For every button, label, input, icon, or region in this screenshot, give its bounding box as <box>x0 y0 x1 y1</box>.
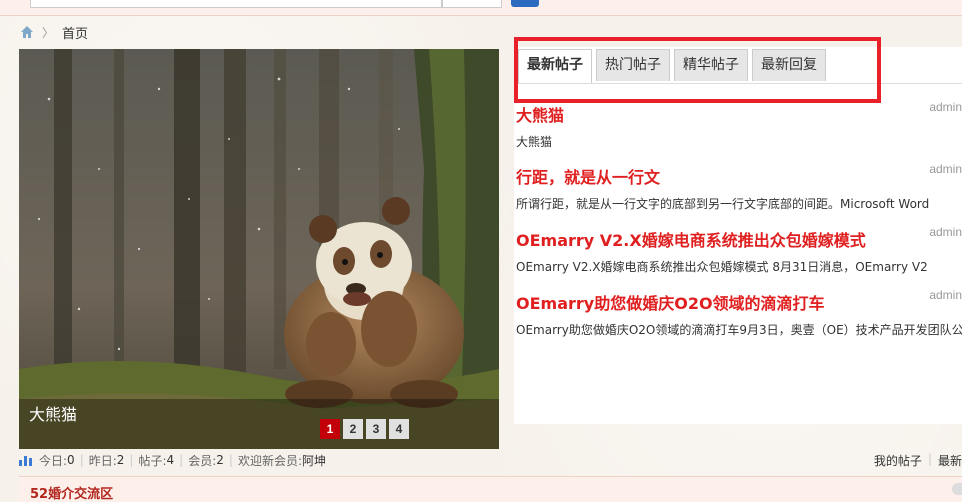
home-icon[interactable] <box>20 25 34 39</box>
stats-links: 我的帖子 | 最新 <box>874 452 962 469</box>
post-list: 大熊猫 admin 大熊猫 行距，就是从一行文 admin 所谓行距，就是从一行… <box>514 84 962 424</box>
list-item: 大熊猫 admin 大熊猫 <box>516 100 962 150</box>
slide-pagination: 1 2 3 4 <box>320 419 409 439</box>
stat-posts-value: 4 <box>166 453 175 467</box>
slide-dot-3[interactable]: 3 <box>366 419 386 439</box>
post-title[interactable]: 大熊猫 <box>516 102 962 126</box>
tab-hot-posts[interactable]: 热门帖子 <box>596 49 670 81</box>
stat-separator: | <box>79 453 84 467</box>
post-title[interactable]: 行距，就是从一行文 <box>516 164 962 188</box>
slide-caption-bar <box>19 399 499 449</box>
breadcrumb: 〉 首页 <box>20 23 88 41</box>
top-search-bar <box>0 0 962 16</box>
breadcrumb-separator: 〉 <box>42 25 55 40</box>
tab-featured-posts[interactable]: 精华帖子 <box>674 49 748 81</box>
slide-image-panda[interactable] <box>19 49 499 449</box>
image-slider[interactable]: 大熊猫 1 2 3 4 <box>19 49 499 449</box>
collapse-toggle-icon[interactable] <box>952 483 962 495</box>
forum-stats-bar: 今日: 0 | 昨日: 2 | 帖子: 4 | 会员: 2 | 欢迎新会员: 阿… <box>19 450 962 470</box>
slide-dot-4[interactable]: 4 <box>389 419 409 439</box>
list-item: OEmarry助您做婚庆O2O领域的滴滴打车 admin OEmarry助您做婚… <box>516 288 962 338</box>
bar-chart-icon <box>19 454 33 466</box>
post-excerpt: 大熊猫 <box>516 135 553 149</box>
stat-separator: | <box>228 453 233 467</box>
post-tabs: 最新帖子 热门帖子 精华帖子 最新回复 <box>518 49 826 83</box>
post-title[interactable]: OEmarry助您做婚庆O2O领域的滴滴打车 <box>516 290 962 314</box>
slide-dot-1[interactable]: 1 <box>320 419 340 439</box>
post-tabs-panel: 最新帖子 热门帖子 精华帖子 最新回复 <box>514 47 962 84</box>
stat-posts-label: 帖子: <box>138 453 167 468</box>
search-button[interactable] <box>511 0 539 7</box>
post-excerpt: 所谓行距，就是从一行文字的底部到另一行文字底部的间距。Microsoft Wor… <box>516 197 930 211</box>
list-item: 行距，就是从一行文 admin 所谓行距，就是从一行文字的底部到另一行文字底部的… <box>516 162 962 212</box>
stat-today-value: 0 <box>67 453 75 467</box>
stat-separator: | <box>179 453 184 467</box>
new-member-link[interactable]: 阿坤 <box>302 452 326 469</box>
tab-latest-replies[interactable]: 最新回复 <box>752 49 826 81</box>
slide-dot-2[interactable]: 2 <box>343 419 363 439</box>
section-title[interactable]: 52婚介交流区 <box>30 483 113 502</box>
breadcrumb-home-link[interactable]: 首页 <box>62 23 88 42</box>
search-input[interactable] <box>30 0 442 8</box>
stat-separator: | <box>129 453 134 467</box>
post-author[interactable]: admin <box>929 100 962 114</box>
stat-today-label: 今日: <box>39 453 68 468</box>
post-excerpt: OEmarry助您做婚庆O2O领域的滴滴打车9月3日，奥壹（OE）技术产品开发团… <box>516 323 962 337</box>
search-type-select[interactable] <box>442 0 502 8</box>
tab-latest-posts[interactable]: 最新帖子 <box>518 49 592 83</box>
stat-welcome-label: 欢迎新会员: <box>237 453 302 468</box>
stat-members-label: 会员: <box>188 453 217 468</box>
post-author[interactable]: admin <box>929 225 962 239</box>
my-posts-link[interactable]: 我的帖子 <box>874 452 922 469</box>
post-excerpt: OEmarry V2.X婚嫁电商系统推出众包婚嫁模式 8月31日消息，OEmar… <box>516 260 928 274</box>
section-header: 52婚介交流区 <box>19 476 962 502</box>
stat-members-value: 2 <box>216 453 224 467</box>
post-author[interactable]: admin <box>929 288 962 302</box>
stat-separator: | <box>927 452 932 466</box>
list-item: OEmarry V2.X婚嫁电商系统推出众包婚嫁模式 admin OEmarry… <box>516 225 962 275</box>
post-title[interactable]: OEmarry V2.X婚嫁电商系统推出众包婚嫁模式 <box>516 227 962 251</box>
slide-caption[interactable]: 大熊猫 <box>29 401 77 425</box>
latest-link[interactable]: 最新 <box>938 452 962 469</box>
stat-yesterday-label: 昨日: <box>88 453 117 468</box>
stat-yesterday-value: 2 <box>116 453 125 467</box>
post-author[interactable]: admin <box>929 162 962 176</box>
